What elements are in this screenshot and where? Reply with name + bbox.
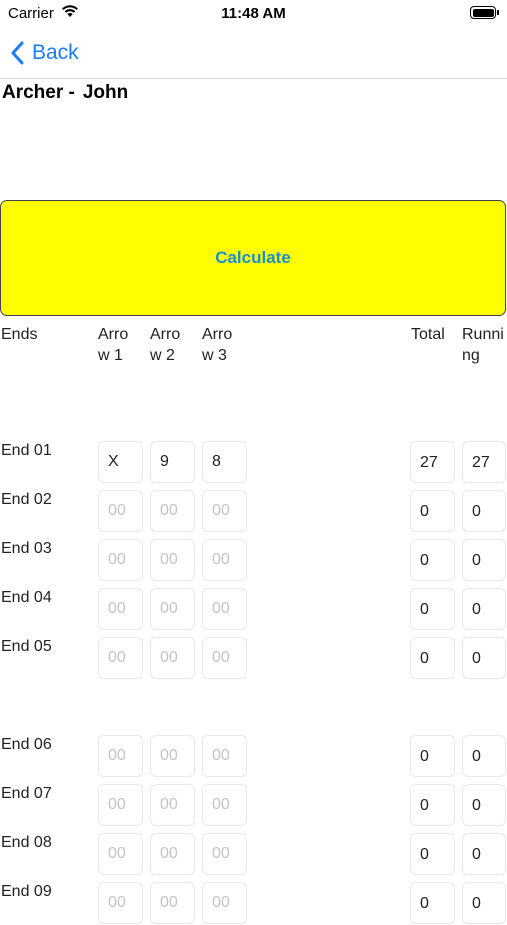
running-field: 27	[462, 441, 506, 483]
arrow-3-input[interactable]	[202, 882, 247, 924]
total-field: 0	[410, 539, 455, 581]
arrow-3-input[interactable]	[202, 784, 247, 826]
status-bar: Carrier 11:48 AM	[0, 0, 507, 28]
arrow-2-input[interactable]	[150, 539, 195, 581]
running-field: 0	[462, 735, 506, 777]
running-field: 0	[462, 637, 506, 679]
arrow-2-input[interactable]	[150, 784, 195, 826]
arrow-3-input[interactable]	[202, 735, 247, 777]
battery-tip	[497, 10, 499, 15]
total-field: 0	[410, 784, 455, 826]
chevron-left-icon	[10, 41, 24, 65]
header-arrow-2: Arro w 2	[150, 324, 180, 366]
archer-name: John	[82, 82, 129, 103]
arrow-3-input[interactable]	[202, 490, 247, 532]
header-arrow-1-line-1: Arro	[98, 326, 129, 343]
end-label: End 06	[1, 736, 52, 753]
end-label: End 01	[1, 442, 52, 459]
arrow-2-input[interactable]	[150, 833, 195, 875]
end-label: End 04	[1, 589, 52, 606]
arrow-3-input[interactable]	[202, 833, 247, 875]
total-field: 0	[410, 735, 455, 777]
running-field: 0	[462, 539, 506, 581]
end-label: End 05	[1, 638, 52, 655]
battery-icon	[470, 6, 496, 19]
running-field: 0	[462, 588, 506, 630]
end-label: End 03	[1, 540, 52, 557]
running-field: 0	[462, 784, 506, 826]
header-ends: Ends	[1, 326, 38, 343]
total-field: 0	[410, 588, 455, 630]
header-arrow-1-line-2: w 1	[98, 347, 123, 364]
navigation-bar: Back	[0, 28, 507, 79]
arrow-1-input[interactable]	[98, 784, 143, 826]
header-arrow-3: Arro w 3	[202, 324, 232, 366]
arrow-2-input[interactable]	[150, 441, 195, 483]
arrow-2-input[interactable]	[150, 637, 195, 679]
arrow-2-input[interactable]	[150, 735, 195, 777]
arrow-1-input[interactable]	[98, 882, 143, 924]
arrow-2-input[interactable]	[150, 588, 195, 630]
end-label: End 09	[1, 883, 52, 900]
arrow-2-input[interactable]	[150, 490, 195, 532]
header-arrow-1: Arro w 1	[98, 324, 128, 366]
header-arrow-2-line-1: Arro	[150, 326, 181, 343]
calculate-label: Calculate	[215, 248, 291, 267]
header-arrow-3-line-2: w 3	[202, 347, 227, 364]
header-running: Runni ng	[462, 324, 504, 366]
archer-title: Archer - John	[2, 82, 128, 104]
arrow-3-input[interactable]	[202, 588, 247, 630]
header-arrow-3-line-1: Arro	[202, 326, 233, 343]
running-field: 0	[462, 833, 506, 875]
archer-label: Archer -	[2, 82, 75, 103]
header-running-line-2: ng	[462, 347, 480, 364]
arrow-1-input[interactable]	[98, 441, 143, 483]
total-field: 0	[410, 882, 455, 924]
total-field: 27	[410, 441, 455, 483]
arrow-1-input[interactable]	[98, 490, 143, 532]
arrow-3-input[interactable]	[202, 539, 247, 581]
running-field: 0	[462, 490, 506, 532]
arrow-3-input[interactable]	[202, 637, 247, 679]
header-arrow-2-line-2: w 2	[150, 347, 175, 364]
total-field: 0	[410, 637, 455, 679]
arrow-1-input[interactable]	[98, 539, 143, 581]
arrow-2-input[interactable]	[150, 882, 195, 924]
back-label: Back	[32, 41, 79, 64]
header-running-line-1: Runni	[462, 326, 504, 343]
arrow-1-input[interactable]	[98, 637, 143, 679]
running-field: 0	[462, 882, 506, 924]
arrow-1-input[interactable]	[98, 588, 143, 630]
clock: 11:48 AM	[221, 5, 286, 22]
calculate-button[interactable]: Calculate	[0, 200, 506, 316]
total-field: 0	[410, 490, 455, 532]
header-total: Total	[411, 326, 445, 343]
back-button[interactable]: Back	[10, 38, 79, 68]
arrow-1-input[interactable]	[98, 833, 143, 875]
end-label: End 02	[1, 491, 52, 508]
arrow-1-input[interactable]	[98, 735, 143, 777]
arrow-3-input[interactable]	[202, 441, 247, 483]
total-field: 0	[410, 833, 455, 875]
end-label: End 08	[1, 834, 52, 851]
end-label: End 07	[1, 785, 52, 802]
